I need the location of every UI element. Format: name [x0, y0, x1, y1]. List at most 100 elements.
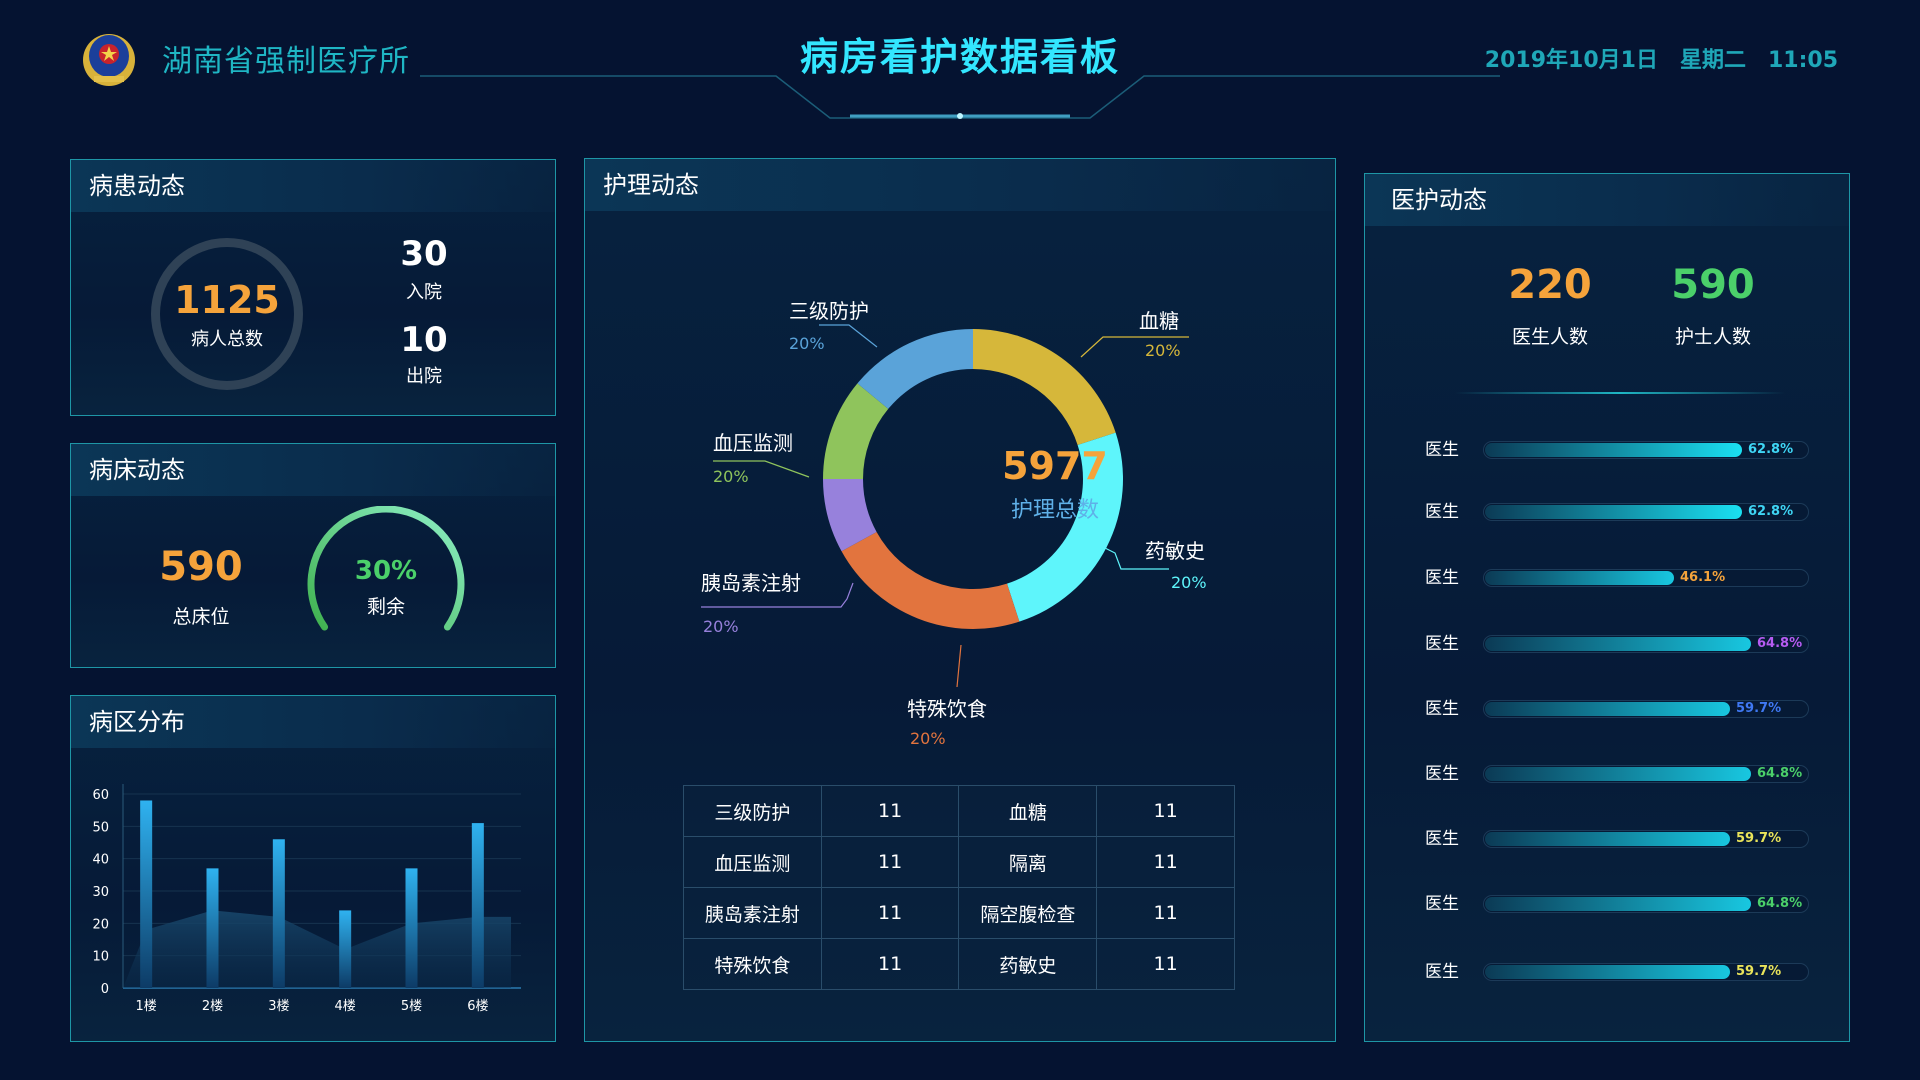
segment-pct-blood-pressure: 20%: [713, 467, 749, 486]
time-text: 11:05: [1767, 48, 1838, 73]
staff-bar-fill: [1485, 505, 1742, 519]
staff-bar-row: 医生 64.8%: [1425, 892, 1809, 916]
staff-bar-label: 医生: [1425, 634, 1459, 654]
staff-bar-percent: 62.8%: [1748, 442, 1794, 457]
nursing-panel: 护理动态 5977 护理总数 三级防护 20% 血糖 20% 血压监测 20% …: [584, 158, 1336, 1042]
panel-title: 医护动态: [1365, 174, 1849, 226]
staff-bar-percent: 59.7%: [1736, 701, 1782, 716]
table-row: 特殊饮食 11 药敏史 11: [683, 938, 1235, 990]
nursing-total-label: 护理总数: [1010, 498, 1099, 523]
doctor-count-value: 220: [1508, 262, 1592, 308]
datetime: 2019年10月1日 星期二 11:05: [1485, 42, 1838, 74]
segment-pct-blood-sugar: 20%: [1145, 341, 1181, 360]
segment-pct-three-level-protection: 20%: [789, 334, 825, 353]
staff-bar-label: 医生: [1425, 699, 1459, 719]
x-tick-label: 4楼: [335, 999, 356, 1014]
discharged-value: 10: [400, 320, 448, 360]
divider: [1455, 392, 1785, 394]
staff-bar-label: 医生: [1425, 440, 1459, 460]
staff-bar-fill: [1485, 965, 1730, 979]
bar: [339, 910, 352, 988]
admitted-value: 30: [400, 234, 448, 274]
staff-bar-label: 医生: [1425, 962, 1459, 982]
staff-bar-label: 医生: [1425, 764, 1459, 784]
patient-total-label: 病人总数: [191, 329, 263, 350]
x-tick-label: 6楼: [467, 999, 488, 1014]
panel-title: 病床动态: [71, 444, 555, 496]
staff-bar-row: 医生 46.1%: [1425, 566, 1809, 590]
leader-line: [956, 644, 962, 688]
table-cell: 11: [1096, 938, 1235, 990]
table-cell: 11: [1096, 785, 1235, 837]
panel-title: 病区分布: [71, 696, 555, 748]
staff-bar-row: 医生 62.8%: [1425, 500, 1809, 524]
segment-label-special-diet: 特殊饮食: [907, 697, 987, 721]
bar: [405, 868, 418, 988]
staff-bar-fill: [1485, 637, 1751, 651]
table-cell: 血糖: [958, 785, 1098, 837]
bed-panel: 病床动态 590 总床位 30% 剩余: [70, 443, 556, 668]
table-cell: 血压监测: [683, 836, 822, 888]
bar: [206, 868, 219, 988]
segment-pct-drug-allergy: 20%: [1171, 573, 1207, 592]
staff-bar-fill: [1485, 767, 1751, 781]
patient-panel: 病患动态 1125 病人总数 30 入院 10 出院: [70, 159, 556, 416]
staff-bar-fill: [1485, 571, 1674, 585]
bed-remaining-value: 30%: [354, 556, 418, 586]
x-tick-label: 1楼: [136, 999, 157, 1014]
bed-total-label: 总床位: [172, 606, 230, 628]
staff-bar-row: 医生 64.8%: [1425, 632, 1809, 656]
staff-bar-label: 医生: [1425, 894, 1459, 914]
nurse-count-value: 590: [1671, 262, 1755, 308]
ward-panel: 病区分布 0 10 20 30 40 50 60 1楼 2楼 3楼 4楼 5楼 6楼: [70, 695, 556, 1042]
table-cell: 11: [820, 887, 960, 939]
staff-bar-percent: 64.8%: [1757, 766, 1803, 781]
date-text: 2019年10月1日: [1484, 48, 1658, 73]
table-cell: 隔空腹检查: [958, 887, 1098, 939]
nurse-count-label: 护士人数: [1674, 326, 1751, 348]
table-cell: 隔离: [958, 836, 1098, 888]
staff-bar-label: 医生: [1425, 568, 1459, 588]
ward-bar-chart: 0 10 20 30 40 50 60 1楼 2楼 3楼 4楼 5楼 6楼: [92, 784, 521, 1014]
staff-bar-row: 医生 59.7%: [1425, 960, 1809, 984]
y-tick-label: 60: [92, 788, 109, 803]
staff-bar-row: 医生 59.7%: [1425, 827, 1809, 851]
staff-bar-percent: 59.7%: [1736, 964, 1782, 979]
organization-name: 湖南省强制医疗所: [162, 44, 410, 79]
weekday-text: 星期二: [1679, 48, 1746, 73]
bar: [140, 800, 153, 988]
table-cell: 11: [820, 785, 960, 837]
patient-total-value: 1125: [174, 278, 280, 322]
staff-bar-label: 医生: [1425, 502, 1459, 522]
staff-bar-row: 医生 64.8%: [1425, 762, 1809, 786]
admitted-label: 入院: [406, 282, 442, 303]
staff-bar-label: 医生: [1425, 829, 1459, 849]
donut-segment: [973, 329, 1116, 446]
table-cell: 特殊饮食: [683, 938, 822, 990]
medical-panel: 医护动态 220 医生人数 590 护士人数 医生 62.8% 医生 62.8% 医生 4…: [1364, 173, 1850, 1042]
segment-label-three-level-protection: 三级防护: [789, 299, 869, 323]
bar: [272, 839, 285, 988]
leader-line: [819, 324, 878, 348]
staff-bar-track: [1483, 569, 1809, 587]
staff-bar-row: 医生 59.7%: [1425, 697, 1809, 721]
bed-total-value: 590: [159, 544, 243, 590]
staff-bar-percent: 64.8%: [1757, 896, 1803, 911]
staff-bar-fill: [1485, 702, 1730, 716]
table-cell: 11: [820, 938, 960, 990]
nursing-total-value: 5977: [1002, 444, 1108, 488]
staff-bar-fill: [1485, 897, 1751, 911]
bed-remaining-label: 剩余: [366, 596, 405, 618]
y-tick-label: 10: [92, 950, 109, 965]
y-tick-label: 40: [92, 853, 109, 868]
y-tick-label: 30: [92, 885, 109, 900]
page-title: 病房看护数据看板: [799, 35, 1120, 79]
segment-pct-special-diet: 20%: [910, 729, 946, 748]
x-tick-label: 3楼: [268, 999, 289, 1014]
donut-segment: [841, 531, 1020, 629]
panel-title: 病患动态: [71, 160, 555, 212]
table-row: 三级防护 11 血糖 11: [683, 785, 1235, 837]
discharged-label: 出院: [406, 366, 442, 387]
table-cell: 11: [1096, 836, 1235, 888]
segment-label-blood-pressure: 血压监测: [713, 431, 793, 455]
